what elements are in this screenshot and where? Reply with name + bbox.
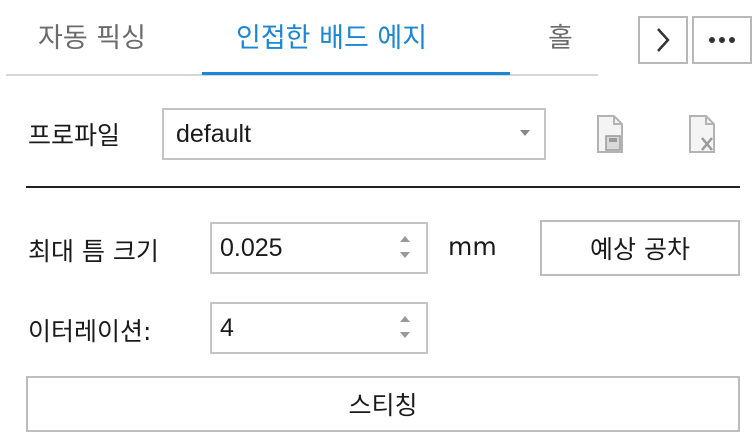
profile-select[interactable]: default [162,108,546,160]
spin-down-icon[interactable] [400,252,410,258]
spin-up-icon[interactable] [400,236,410,242]
ellipsis-icon [709,37,735,43]
spin-up-icon[interactable] [400,316,410,322]
iterations-spinbox[interactable]: 4 [210,302,428,354]
profile-label: 프로파일 [28,121,121,150]
tab-holes[interactable]: 홀 [548,14,573,64]
expected-tolerance-button[interactable]: 예상 공차 [540,220,740,276]
max-gap-value: 0.025 [220,234,283,262]
iterations-label: 이터레이션: [28,317,152,346]
tab-adjacent-bad-edges[interactable]: 인접한 배드 에지 [236,14,427,64]
section-divider [26,186,740,188]
profile-delete-button[interactable] [680,110,724,158]
profile-save-icon [597,115,623,153]
tab-scroll-next-button[interactable] [638,16,688,64]
dropdown-arrow-icon [520,130,530,136]
stitch-button[interactable]: 스티칭 [26,376,740,432]
profile-save-button[interactable] [588,110,632,158]
max-gap-spinbox[interactable]: 0.025 [210,222,428,274]
profile-delete-icon [689,115,715,153]
active-tab-indicator [202,72,510,75]
profile-select-value: default [176,120,252,148]
more-tabs-button[interactable] [692,16,752,64]
max-gap-unit: mm [448,232,497,261]
iterations-value: 4 [220,314,234,342]
max-gap-label: 최대 틈 크기 [28,237,159,266]
spin-down-icon[interactable] [400,332,410,338]
chevron-right-icon [657,28,670,52]
tab-auto-fixing[interactable]: 자동 픽싱 [38,14,146,64]
